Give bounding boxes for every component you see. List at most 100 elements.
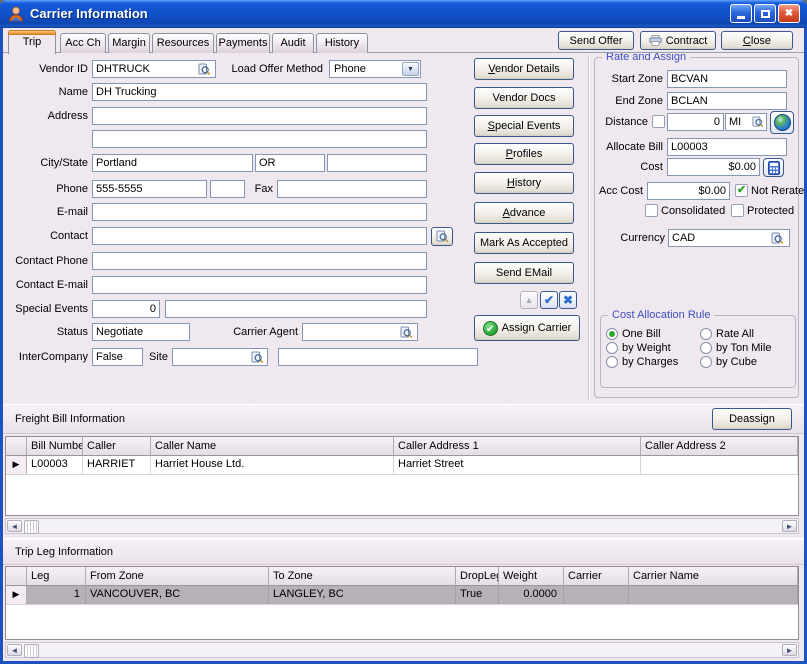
tab-resources[interactable]: Resources: [152, 33, 214, 53]
mark-as-accepted-button[interactable]: Mark As Accepted: [474, 232, 574, 254]
tab-margin[interactable]: Margin: [108, 33, 150, 53]
city-field[interactable]: [92, 154, 253, 172]
allocate-bill-field[interactable]: [667, 138, 787, 156]
vendor-docs-button[interactable]: Vendor Docs: [474, 87, 574, 109]
deassign-button[interactable]: Deassign: [712, 408, 792, 430]
freight-horizontal-scrollbar[interactable]: ◄ ►: [5, 518, 799, 534]
start-zone-field[interactable]: [667, 70, 787, 88]
distance-field[interactable]: [667, 113, 724, 131]
vendor-details-button[interactable]: Vendor Details: [474, 58, 574, 80]
tab-history[interactable]: History: [316, 33, 368, 53]
trip-col-from-zone[interactable]: From Zone: [86, 567, 269, 586]
map-globe-button[interactable]: [770, 111, 794, 134]
vendor-id-lookup-icon[interactable]: [196, 62, 213, 76]
name-label: Name: [2, 83, 88, 101]
trip-col-leg[interactable]: Leg: [27, 567, 86, 586]
trip-col-to-zone[interactable]: To Zone: [269, 567, 456, 586]
contact-email-label: Contact E-mail: [2, 276, 88, 294]
calculator-button[interactable]: [763, 158, 784, 177]
check-icon: ✔: [544, 293, 554, 307]
status-field[interactable]: [92, 323, 190, 341]
contact-email-field[interactable]: [92, 276, 427, 294]
scrollbar-thumb[interactable]: [24, 644, 39, 658]
consolidated-checkbox[interactable]: [645, 204, 658, 217]
radio-by-cube[interactable]: [700, 356, 712, 368]
freight-col-caller[interactable]: Caller: [83, 437, 151, 456]
send-email-button[interactable]: Send EMail: [474, 262, 574, 284]
address-line2-field[interactable]: [92, 130, 427, 148]
contact-phone-field[interactable]: [92, 252, 427, 270]
currency-lookup-icon[interactable]: [769, 231, 786, 245]
address-line1-field[interactable]: [92, 107, 427, 125]
not-rerate-checkbox[interactable]: [735, 184, 748, 197]
tab-acc-ch[interactable]: Acc Ch: [60, 33, 106, 53]
phone-ext-field[interactable]: [210, 180, 245, 198]
radio-one-bill[interactable]: [606, 328, 618, 340]
trip-col-carrier-name[interactable]: Carrier Name: [629, 567, 798, 586]
city-state-extra-field[interactable]: [327, 154, 427, 172]
confirm-button[interactable]: ✔: [540, 291, 558, 309]
radio-by-charges[interactable]: [606, 356, 618, 368]
scrollbar-thumb[interactable]: [24, 520, 39, 534]
close-window-button[interactable]: ✖: [778, 4, 800, 23]
tab-audit[interactable]: Audit: [272, 33, 314, 53]
scroll-left-icon[interactable]: ◄: [7, 520, 22, 532]
special-events-button[interactable]: Special Events: [474, 115, 574, 137]
freight-col-caller-address1[interactable]: Caller Address 1: [394, 437, 641, 456]
contact-lookup-button[interactable]: [431, 227, 453, 246]
trip-col-carrier[interactable]: Carrier: [564, 567, 629, 586]
protected-checkbox[interactable]: [731, 204, 744, 217]
scroll-left-icon[interactable]: ◄: [7, 644, 22, 656]
cost-field[interactable]: [667, 158, 760, 176]
contact-field[interactable]: [92, 227, 427, 245]
radio-by-weight[interactable]: [606, 342, 618, 354]
email-field[interactable]: [92, 203, 427, 221]
send-offer-button[interactable]: Send Offer: [558, 31, 634, 50]
freight-col-bill-number[interactable]: Bill Number: [27, 437, 83, 456]
trip-leg-row[interactable]: ▶ 1 VANCOUVER, BC LANGLEY, BC True 0.000…: [6, 586, 798, 605]
fax-field[interactable]: [277, 180, 427, 198]
dropdown-arrow-icon[interactable]: ▼: [402, 62, 419, 76]
acc-cost-field[interactable]: [647, 182, 730, 200]
carrier-information-window: Carrier Information ✖ Trip Acc Ch Margin…: [0, 0, 807, 664]
maximize-button[interactable]: [754, 4, 776, 23]
scroll-right-icon[interactable]: ►: [782, 520, 797, 532]
radio-rate-all[interactable]: [700, 328, 712, 340]
tab-trip[interactable]: Trip: [8, 30, 56, 54]
intercompany-field[interactable]: [92, 348, 143, 366]
state-field[interactable]: [255, 154, 325, 172]
close-button[interactable]: Close: [721, 31, 793, 50]
trip-col-weight[interactable]: Weight: [499, 567, 564, 586]
end-zone-field[interactable]: [667, 92, 787, 110]
status-label: Status: [2, 323, 88, 341]
profiles-button[interactable]: Profiles: [474, 143, 574, 165]
carrier-agent-lookup-icon[interactable]: [398, 325, 415, 339]
tab-payments[interactable]: Payments: [216, 33, 270, 53]
special-events-count-field[interactable]: [92, 300, 160, 318]
trip-leg-horizontal-scrollbar[interactable]: ◄ ►: [5, 642, 799, 658]
cancel-button[interactable]: ✖: [559, 291, 577, 309]
trip-leg-section-header: Trip Leg Information: [3, 538, 804, 565]
advance-button[interactable]: Advance: [474, 202, 574, 224]
site-lookup-icon[interactable]: [249, 350, 266, 364]
radio-by-ton-mile-label: by Ton Mile: [716, 342, 771, 355]
scroll-right-icon[interactable]: ►: [782, 644, 797, 656]
distance-unit-lookup-icon[interactable]: [750, 115, 765, 129]
load-offer-method-select[interactable]: Phone ▼: [329, 60, 421, 78]
history-button[interactable]: History: [474, 172, 574, 194]
email-label: E-mail: [2, 203, 88, 221]
move-up-button[interactable]: ▲: [520, 291, 538, 309]
name-field[interactable]: [92, 83, 427, 101]
freight-col-caller-address2[interactable]: Caller Address 2: [641, 437, 798, 456]
radio-by-ton-mile[interactable]: [700, 342, 712, 354]
trip-col-dropleg[interactable]: DropLeg: [456, 567, 499, 586]
assign-carrier-button[interactable]: ✔ Assign Carrier: [474, 315, 580, 341]
freight-col-caller-name[interactable]: Caller Name: [151, 437, 394, 456]
distance-checkbox[interactable]: [652, 115, 665, 128]
special-events-text-field[interactable]: [165, 300, 427, 318]
contract-button[interactable]: Contract: [640, 31, 716, 50]
minimize-button[interactable]: [730, 4, 752, 23]
site-name-field[interactable]: [278, 348, 478, 366]
freight-row[interactable]: ▶ L00003 HARRIET Harriet House Ltd. Harr…: [6, 456, 798, 475]
phone-field[interactable]: [92, 180, 207, 198]
